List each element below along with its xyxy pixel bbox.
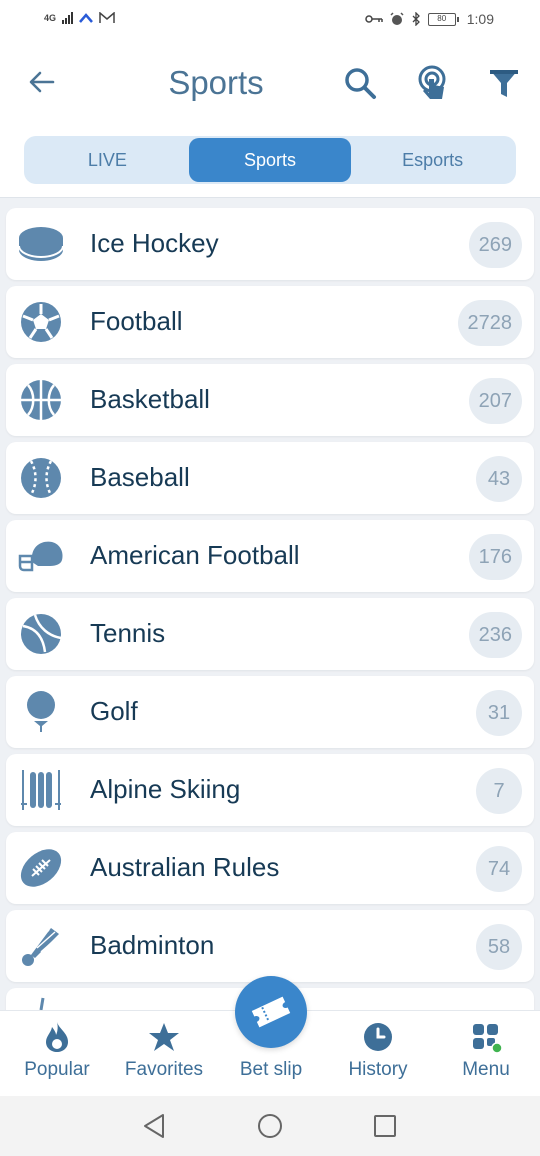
skis-icon [18,768,64,812]
tab-esports[interactable]: Esports [351,138,514,182]
nav-popular[interactable]: Popular [12,1011,102,1097]
rugby-ball-icon [18,846,64,890]
sport-row-australian-rules[interactable]: Australian Rules 74 [6,832,534,904]
sport-row-american-football[interactable]: American Football 176 [6,520,534,592]
bet-slip-button[interactable] [235,976,307,1048]
touch-settings-button[interactable] [411,62,453,104]
sport-row-tennis[interactable]: Tennis 236 [6,598,534,670]
baseball-icon [18,456,64,500]
key-icon [365,15,383,23]
tab-live[interactable]: LIVE [26,138,189,182]
category-tabs: LIVE Sports Esports [24,136,516,184]
nav-label: History [348,1059,408,1080]
nav-history[interactable]: History [333,1011,423,1097]
circle-home-icon [258,1114,282,1138]
system-back-button[interactable] [140,1112,168,1140]
nav-label: Popular [24,1059,90,1080]
sport-row-basketball[interactable]: Basketball 207 [6,364,534,436]
sport-row-ice-hockey[interactable]: Ice Hockey 269 [6,208,534,280]
event-count-badge: 207 [468,378,522,424]
alarm-icon [390,12,404,25]
bluetooth-icon [412,12,420,26]
tab-sports[interactable]: Sports [188,138,352,182]
search-button[interactable] [339,62,381,104]
event-count-badge: 31 [476,690,522,736]
sport-row-football[interactable]: Football 2728 [6,286,534,358]
event-count-badge: 2728 [457,300,522,346]
sport-name: Baseball [90,462,190,492]
filter-button[interactable] [483,62,525,104]
sport-name: American Football [90,540,300,570]
filter-icon [490,70,518,97]
touch-icon [418,65,446,99]
clock-icon [363,1021,393,1053]
nav-menu[interactable]: Menu [441,1011,531,1097]
header: Sports LIVE Sports Esports [0,40,540,198]
basketball-icon [18,378,64,422]
square-recents-icon [374,1115,396,1137]
sport-name: Tennis [90,618,166,648]
event-count-badge: 7 [476,768,522,814]
menu-grid-icon [470,1021,502,1053]
sport-name: Badminton [90,930,215,960]
network-type: 4G [44,13,57,23]
puck-icon [18,222,64,266]
golf-ball-icon [18,690,64,734]
ticket-icon [251,996,291,1028]
event-count-badge: 43 [476,456,522,502]
sport-row-badminton[interactable]: Badminton 58 [6,910,534,982]
event-count-badge: 176 [468,534,522,580]
tennis-ball-icon [18,612,64,656]
event-count-badge: 236 [468,612,522,658]
soccer-ball-icon [18,300,64,344]
sport-name: Alpine Skiing [90,774,241,804]
status-bar: 4G 80 1:09 [0,0,540,40]
event-count-badge: 74 [476,846,522,892]
search-icon [345,68,376,99]
flame-icon [44,1021,70,1053]
sport-name: Australian Rules [90,852,280,882]
app-notification-icon [79,13,93,23]
sport-name: Golf [90,696,138,726]
mail-icon [99,12,115,23]
sport-row-golf[interactable]: Golf 31 [6,676,534,748]
signal-icon [62,12,74,24]
helmet-icon [18,534,64,578]
triangle-back-icon [144,1114,164,1138]
sport-name: Basketball [90,384,210,414]
sports-list: Ice Hockey 269 Football 2728 Basketball … [6,208,534,1034]
nav-label: Menu [462,1059,510,1080]
event-count-badge: 269 [468,222,522,268]
system-home-button[interactable] [256,1112,284,1140]
nav-favorites[interactable]: Favorites [114,1011,214,1097]
sport-name: Football [90,306,183,336]
sport-row-alpine-skiing[interactable]: Alpine Skiing 7 [6,754,534,826]
battery-level: 80 [437,13,447,23]
system-recents-button[interactable] [371,1112,399,1140]
nav-label: Favorites [124,1059,204,1080]
sport-name: Ice Hockey [90,228,219,258]
sport-row-baseball[interactable]: Baseball 43 [6,442,534,514]
shuttlecock-icon [18,924,64,968]
nav-label: Bet slip [239,1059,303,1080]
star-icon [148,1021,180,1053]
battery-icon: 80 [427,12,459,26]
event-count-badge: 58 [476,924,522,970]
system-navigation-bar [0,1096,540,1156]
clock: 1:09 [466,11,494,27]
